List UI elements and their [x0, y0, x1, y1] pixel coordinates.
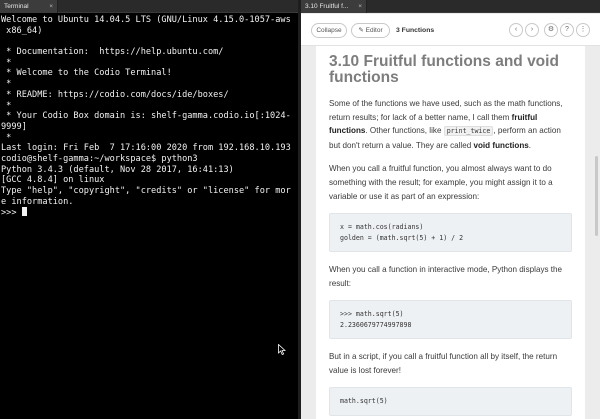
paragraph-interactive: When you call a function in interactive … — [329, 264, 563, 288]
terminal-line: * README: https://codio.com/docs/ide/box… — [1, 89, 229, 100]
terminal-line: Welcome to Ubuntu 14.04.5 LTS (GNU/Linux… — [1, 15, 291, 25]
terminal-line: * Documentation: https://help.ubuntu.com… — [1, 47, 224, 58]
tab-terminal[interactable]: Terminal × — [0, 0, 58, 13]
text-span: . — [528, 140, 532, 150]
terminal-line: * — [1, 100, 12, 111]
terminal-pane[interactable]: Terminal × Welcome to Ubuntu 14.04.5 LTS… — [0, 0, 298, 419]
gear-icon[interactable]: ⚙ — [544, 23, 558, 37]
collapse-button[interactable]: Collapse — [311, 23, 347, 38]
paragraph-fruitful: Some of the functions we have used, such… — [329, 97, 572, 152]
close-icon[interactable]: × — [49, 0, 53, 13]
close-icon[interactable]: × — [358, 0, 362, 13]
terminal-prompt: >>> — [1, 208, 22, 219]
paragraph-calling: When you call a fruitful function, you a… — [329, 164, 553, 201]
prev-page-icon[interactable]: ‹ — [509, 23, 523, 37]
guide-pane: 3.10 Fruitful f... × Collapse ✎ Editor 3… — [301, 0, 600, 419]
terminal-line: [GCC 4.8.4] on linux — [1, 175, 105, 186]
terminal-line: * — [1, 57, 12, 68]
terminal-line: x86_64) — [1, 25, 43, 36]
code-block: math.sqrt(5) — [329, 387, 572, 416]
terminal-prompt-line: >>> — [1, 207, 297, 218]
terminal-output[interactable]: Welcome to Ubuntu 14.04.5 LTS (GNU/Linux… — [0, 14, 298, 419]
text-span: . Other functions, like — [365, 126, 444, 136]
section-title: 3 Functions — [396, 27, 435, 34]
page-title: 3.10 Fruitful functions and void functio… — [329, 53, 559, 86]
scrollbar[interactable] — [594, 46, 598, 419]
terminal-cursor — [21, 207, 27, 217]
terminal-line: e information. — [1, 196, 74, 207]
terminal-line: Python 3.4.3 (default, Nov 28 2017, 16:4… — [1, 164, 234, 175]
editor-button[interactable]: ✎ Editor — [351, 23, 390, 38]
code-block: >>> math.sqrt(5) 2.2360679774997898 — [329, 300, 572, 339]
terminal-line: * — [1, 79, 12, 90]
guide-tabbar: 3.10 Fruitful f... × — [301, 0, 600, 13]
term-void-functions: void functions — [473, 140, 529, 150]
scrollbar-thumb[interactable] — [595, 156, 598, 236]
terminal-line: * — [1, 132, 12, 143]
guide-content: 3.10 Fruitful functions and void functio… — [316, 46, 585, 419]
terminal-line: * Welcome to the Codio Terminal! — [1, 68, 172, 79]
terminal-line: codio@shelf-gamma:~/workspace$ python3 — [1, 153, 198, 164]
code-block: x = math.cos(radians) golden = (math.sqr… — [329, 213, 572, 252]
tab-guide-label: 3.10 Fruitful f... — [305, 3, 349, 10]
paragraph-script: But in a script, if you call a fruitful … — [329, 351, 558, 375]
inline-code: print_twice — [443, 126, 494, 137]
terminal-line: 9999] — [1, 121, 27, 132]
mouse-pointer-icon — [278, 344, 286, 355]
more-icon[interactable]: ⋮ — [576, 23, 590, 37]
terminal-line: * Your Codio Box domain is: shelf-gamma.… — [1, 111, 291, 122]
terminal-line: Type "help", "copyright", "credits" or "… — [1, 186, 291, 196]
tab-terminal-label: Terminal — [4, 3, 29, 10]
guide-toolbar: Collapse ✎ Editor 3 Functions ‹ › ⚙ ? ⋮ — [301, 14, 600, 46]
terminal-line: Last login: Fri Feb 7 17:16:00 2020 from… — [1, 143, 291, 154]
help-icon[interactable]: ? — [560, 23, 574, 37]
next-page-icon[interactable]: › — [525, 23, 539, 37]
terminal-tabbar: Terminal × — [0, 0, 298, 13]
tab-guide[interactable]: 3.10 Fruitful f... × — [301, 0, 367, 13]
